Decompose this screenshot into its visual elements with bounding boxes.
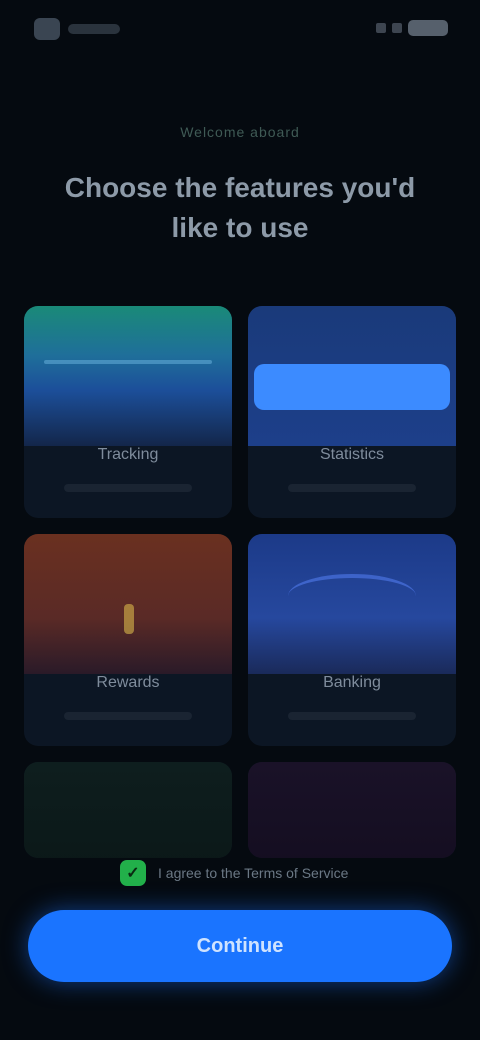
status-left xyxy=(34,18,120,40)
signal-icon xyxy=(376,23,386,33)
feature-card-label: Statistics xyxy=(319,446,384,463)
feature-card-description xyxy=(288,712,416,720)
status-time-placeholder xyxy=(68,24,120,34)
feature-card-label: Banking xyxy=(323,674,381,691)
status-right xyxy=(376,20,448,36)
feature-card-5[interactable] xyxy=(24,762,232,858)
feature-card-label: Tracking xyxy=(97,446,159,463)
feature-card-description xyxy=(288,484,416,492)
battery-icon xyxy=(408,20,448,36)
continue-button[interactable]: Continue xyxy=(28,910,452,982)
card-icon xyxy=(24,762,232,858)
bank-icon xyxy=(248,534,456,674)
gift-icon xyxy=(24,534,232,674)
feature-card-rewards[interactable]: Rewards xyxy=(24,534,232,746)
feature-card-description xyxy=(64,484,192,492)
feature-card-tracking[interactable]: Tracking xyxy=(24,306,232,518)
terms-text: I agree to the Terms of Service xyxy=(158,865,349,881)
card-icon xyxy=(248,762,456,858)
status-bar xyxy=(0,0,480,56)
terms-checkbox[interactable]: ✓ xyxy=(120,860,146,886)
page-title: Choose the features you'd like to use xyxy=(64,172,416,243)
terms-agree-row[interactable]: ✓ I agree to the Terms of Service xyxy=(120,860,348,886)
feature-card-banking[interactable]: Banking xyxy=(248,534,456,746)
app-logo-icon xyxy=(34,18,60,40)
chart-icon xyxy=(248,306,456,446)
feature-card-description xyxy=(64,712,192,720)
feature-card-label: Rewards xyxy=(96,674,160,691)
feature-grid: Tracking Statistics Rewards Banking xyxy=(24,306,456,858)
feature-card-statistics[interactable]: Statistics xyxy=(248,306,456,518)
wifi-icon xyxy=(392,23,402,33)
feature-card-6[interactable] xyxy=(248,762,456,858)
wave-icon xyxy=(24,306,232,446)
eyebrow-text: Welcome aboard xyxy=(180,124,300,140)
